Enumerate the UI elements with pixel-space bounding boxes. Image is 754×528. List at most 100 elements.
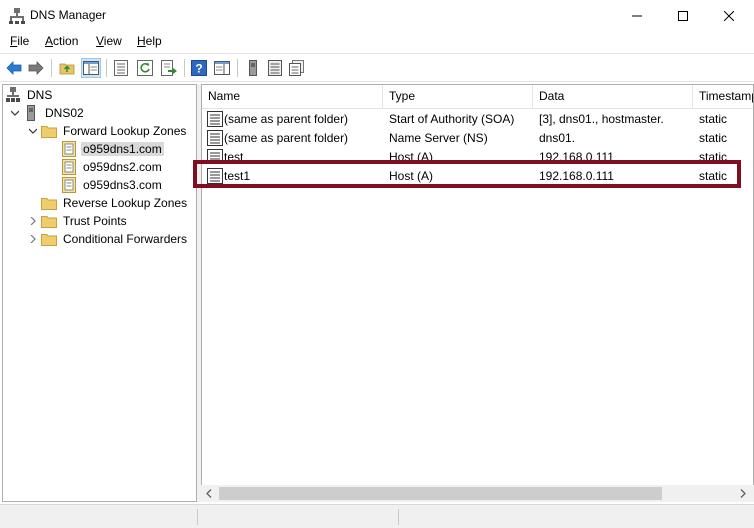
- svg-text:?: ?: [195, 62, 202, 76]
- forward-arrow-icon: [28, 61, 44, 75]
- menu-file-rest: ile: [17, 34, 30, 48]
- tree-label-trust-points: Trust Points: [63, 214, 127, 228]
- minimize-icon: [632, 15, 642, 17]
- dns-root-icon: [5, 87, 21, 103]
- tree-label-dns: DNS: [27, 88, 53, 102]
- status-separator: [398, 509, 399, 525]
- menu-action[interactable]: Action: [45, 34, 78, 48]
- tree-label-conditional-forwarders: Conditional Forwarders: [63, 232, 188, 246]
- header-divider: [202, 108, 753, 109]
- tree-label-zone-o959dns2: o959dns2.com: [83, 160, 162, 174]
- menu-action-rest: ction: [53, 34, 79, 48]
- zone-records-icon: [289, 60, 304, 76]
- column-header-timestamp[interactable]: Timestamp: [693, 85, 753, 108]
- chevron-down-icon[interactable]: [27, 122, 39, 140]
- maximize-icon: [678, 11, 688, 21]
- menu-help-accel: H: [137, 34, 146, 48]
- back-arrow-icon: [6, 61, 22, 75]
- back-button[interactable]: [4, 58, 24, 78]
- scroll-left-icon[interactable]: [205, 489, 213, 498]
- help-button[interactable]: ?: [189, 58, 209, 78]
- maximize-button[interactable]: [660, 0, 706, 32]
- scroll-right-icon[interactable]: [739, 489, 747, 498]
- folder-up-icon: [59, 63, 75, 75]
- show-hide-console-tree-button[interactable]: [81, 58, 101, 78]
- menu-view-accel: V: [96, 34, 104, 48]
- cell-data: [3], dns01., hostmaster.: [539, 112, 664, 126]
- menu-file[interactable]: File: [10, 34, 29, 48]
- close-icon: [724, 11, 734, 21]
- list-view-icon: [114, 60, 128, 76]
- tree-node-zone-o959dns1[interactable]: o959dns1.com: [61, 140, 164, 158]
- tree-node-reverse-lookup-zones[interactable]: Reverse Lookup Zones: [27, 194, 189, 212]
- folder-icon: [41, 231, 57, 247]
- column-header-data[interactable]: Data: [533, 85, 693, 108]
- tree-node-conditional-forwarders[interactable]: Conditional Forwarders: [27, 230, 189, 248]
- folder-icon: [41, 213, 57, 229]
- refresh-icon: [137, 60, 153, 76]
- chevron-right-icon[interactable]: [27, 230, 39, 248]
- column-header-type[interactable]: Type: [383, 85, 533, 108]
- up-one-level-button[interactable]: [57, 58, 77, 78]
- status-separator: [197, 509, 198, 525]
- horizontal-scrollbar[interactable]: [201, 485, 754, 502]
- chevron-down-icon[interactable]: [9, 104, 21, 122]
- zone-icon: [61, 141, 77, 157]
- toolbar-separator: [106, 59, 107, 77]
- action-pane-icon: [214, 61, 230, 75]
- toolbar: ?: [0, 53, 754, 82]
- export-list-button[interactable]: [159, 58, 179, 78]
- forward-button[interactable]: [26, 58, 46, 78]
- zone-records-button[interactable]: [287, 58, 307, 78]
- tree-label-reverse-lookup-zones: Reverse Lookup Zones: [63, 196, 188, 210]
- minimize-button[interactable]: [614, 0, 660, 32]
- cell-name: (same as parent folder): [224, 112, 349, 126]
- menu-view-rest: iew: [103, 34, 122, 48]
- scroll-thumb[interactable]: [219, 487, 662, 500]
- properties-list-button[interactable]: [111, 58, 131, 78]
- tree-node-server[interactable]: DNS02: [9, 104, 86, 122]
- help-icon: ?: [191, 60, 207, 76]
- dns-manager-icon: [9, 8, 25, 24]
- table-row[interactable]: (same as parent folder) Start of Authori…: [205, 110, 753, 128]
- column-header-name[interactable]: Name: [202, 85, 383, 108]
- tree-node-zone-o959dns2[interactable]: o959dns2.com: [61, 158, 164, 176]
- console-tree: DNS DNS02 Forward Lookup Zones o959dns1.…: [2, 84, 197, 502]
- tree-node-forward-lookup-zones[interactable]: Forward Lookup Zones: [27, 122, 188, 140]
- close-button[interactable]: [706, 0, 752, 32]
- records-list: Name Type Data Timestamp (same as parent…: [201, 84, 754, 502]
- toolbar-separator: [237, 59, 238, 77]
- chevron-right-icon[interactable]: [27, 194, 39, 212]
- server-icon: [23, 105, 39, 121]
- cell-timestamp: static: [699, 112, 728, 126]
- zone-icon: [61, 159, 77, 175]
- record-list-button[interactable]: [265, 58, 285, 78]
- server-button[interactable]: [243, 58, 263, 78]
- folder-icon: [41, 123, 57, 139]
- menu-help[interactable]: Help: [137, 34, 162, 48]
- status-bar: [0, 504, 754, 528]
- dns-manager-window: DNS Manager File Action View Help ? DNS …: [0, 0, 754, 528]
- tree-node-dns[interactable]: DNS: [5, 86, 54, 104]
- tree-label-server: DNS02: [45, 106, 84, 120]
- chevron-right-icon[interactable]: [27, 212, 39, 230]
- tree-label-zone-o959dns1: o959dns1.com: [81, 142, 164, 156]
- tree-label-zone-o959dns3: o959dns3.com: [83, 178, 162, 192]
- menu-view[interactable]: View: [96, 34, 122, 48]
- menu-help-rest: elp: [145, 34, 162, 48]
- table-row[interactable]: (same as parent folder) Name Server (NS)…: [205, 129, 753, 147]
- export-list-icon: [161, 60, 177, 76]
- record-icon: [207, 111, 223, 127]
- server-icon: [249, 60, 257, 76]
- cell-type: Name Server (NS): [389, 131, 488, 145]
- tree-node-zone-o959dns3[interactable]: o959dns3.com: [61, 176, 164, 194]
- cell-type: Start of Authority (SOA): [389, 112, 515, 126]
- title-bar: DNS Manager: [0, 0, 754, 32]
- tree-node-trust-points[interactable]: Trust Points: [27, 212, 129, 230]
- refresh-button[interactable]: [135, 58, 155, 78]
- show-hide-action-pane-button[interactable]: [212, 58, 232, 78]
- console-tree-icon: [83, 61, 99, 75]
- folder-icon: [41, 195, 57, 211]
- records-icon: [268, 60, 282, 76]
- zone-icon: [61, 177, 77, 193]
